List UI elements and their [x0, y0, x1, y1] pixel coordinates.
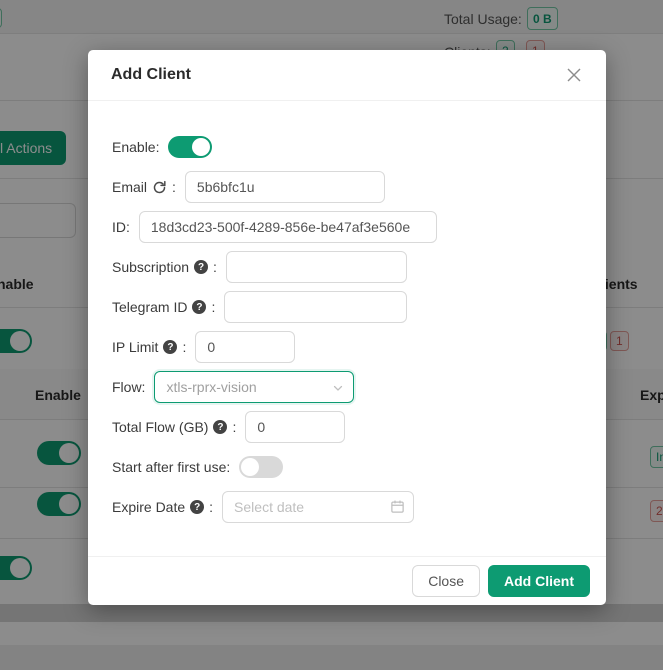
modal-footer: Close Add Client	[88, 556, 606, 605]
expire-date-input[interactable]	[222, 491, 414, 523]
email-row: Email :	[112, 171, 582, 203]
help-icon[interactable]: ?	[192, 300, 206, 314]
enable-row: Enable:	[112, 131, 582, 163]
total-flow-input[interactable]	[245, 411, 345, 443]
telegram-label: Telegram ID ? :	[112, 299, 215, 315]
flow-label: Flow:	[112, 379, 145, 395]
help-icon[interactable]: ?	[190, 500, 204, 514]
expire-date-row: Expire Date ? :	[112, 491, 582, 523]
expire-date-label: Expire Date ? :	[112, 499, 213, 515]
expire-date-picker[interactable]	[222, 491, 414, 523]
email-label: Email :	[112, 179, 176, 195]
modal-title: Add Client	[111, 66, 191, 84]
ip-limit-label: IP Limit ? :	[112, 339, 186, 355]
add-client-modal: Add Client Enable: Email :	[88, 50, 606, 605]
id-row: ID:	[112, 211, 582, 243]
email-input[interactable]	[185, 171, 385, 203]
telegram-input[interactable]	[224, 291, 407, 323]
ip-limit-input[interactable]	[195, 331, 295, 363]
add-client-button[interactable]: Add Client	[488, 565, 590, 597]
id-input[interactable]	[139, 211, 437, 243]
enable-label: Enable:	[112, 139, 159, 155]
close-button[interactable]: Close	[412, 565, 480, 597]
subscription-input[interactable]	[226, 251, 407, 283]
total-flow-row: Total Flow (GB) ? :	[112, 411, 582, 443]
subscription-row: Subscription ? :	[112, 251, 582, 283]
close-icon[interactable]	[564, 65, 584, 85]
total-flow-label: Total Flow (GB) ? :	[112, 419, 236, 435]
help-icon[interactable]: ?	[194, 260, 208, 274]
flow-select[interactable]: xtls-rprx-vision	[154, 371, 354, 403]
flow-select-value: xtls-rprx-vision	[166, 379, 256, 395]
help-icon[interactable]: ?	[163, 340, 177, 354]
modal-body: Enable: Email : ID: Subscript	[88, 101, 606, 556]
enable-toggle[interactable]	[168, 136, 212, 158]
refresh-icon[interactable]	[152, 180, 167, 195]
start-after-row: Start after first use:	[112, 451, 582, 483]
ip-limit-row: IP Limit ? :	[112, 331, 582, 363]
help-icon[interactable]: ?	[213, 420, 227, 434]
chevron-down-icon	[332, 381, 344, 397]
id-label: ID:	[112, 219, 130, 235]
subscription-label: Subscription ? :	[112, 259, 217, 275]
start-after-label: Start after first use:	[112, 459, 230, 475]
modal-header: Add Client	[88, 50, 606, 101]
start-after-first-use-toggle[interactable]	[239, 456, 283, 478]
telegram-row: Telegram ID ? :	[112, 291, 582, 323]
flow-row: Flow: xtls-rprx-vision	[112, 371, 582, 403]
